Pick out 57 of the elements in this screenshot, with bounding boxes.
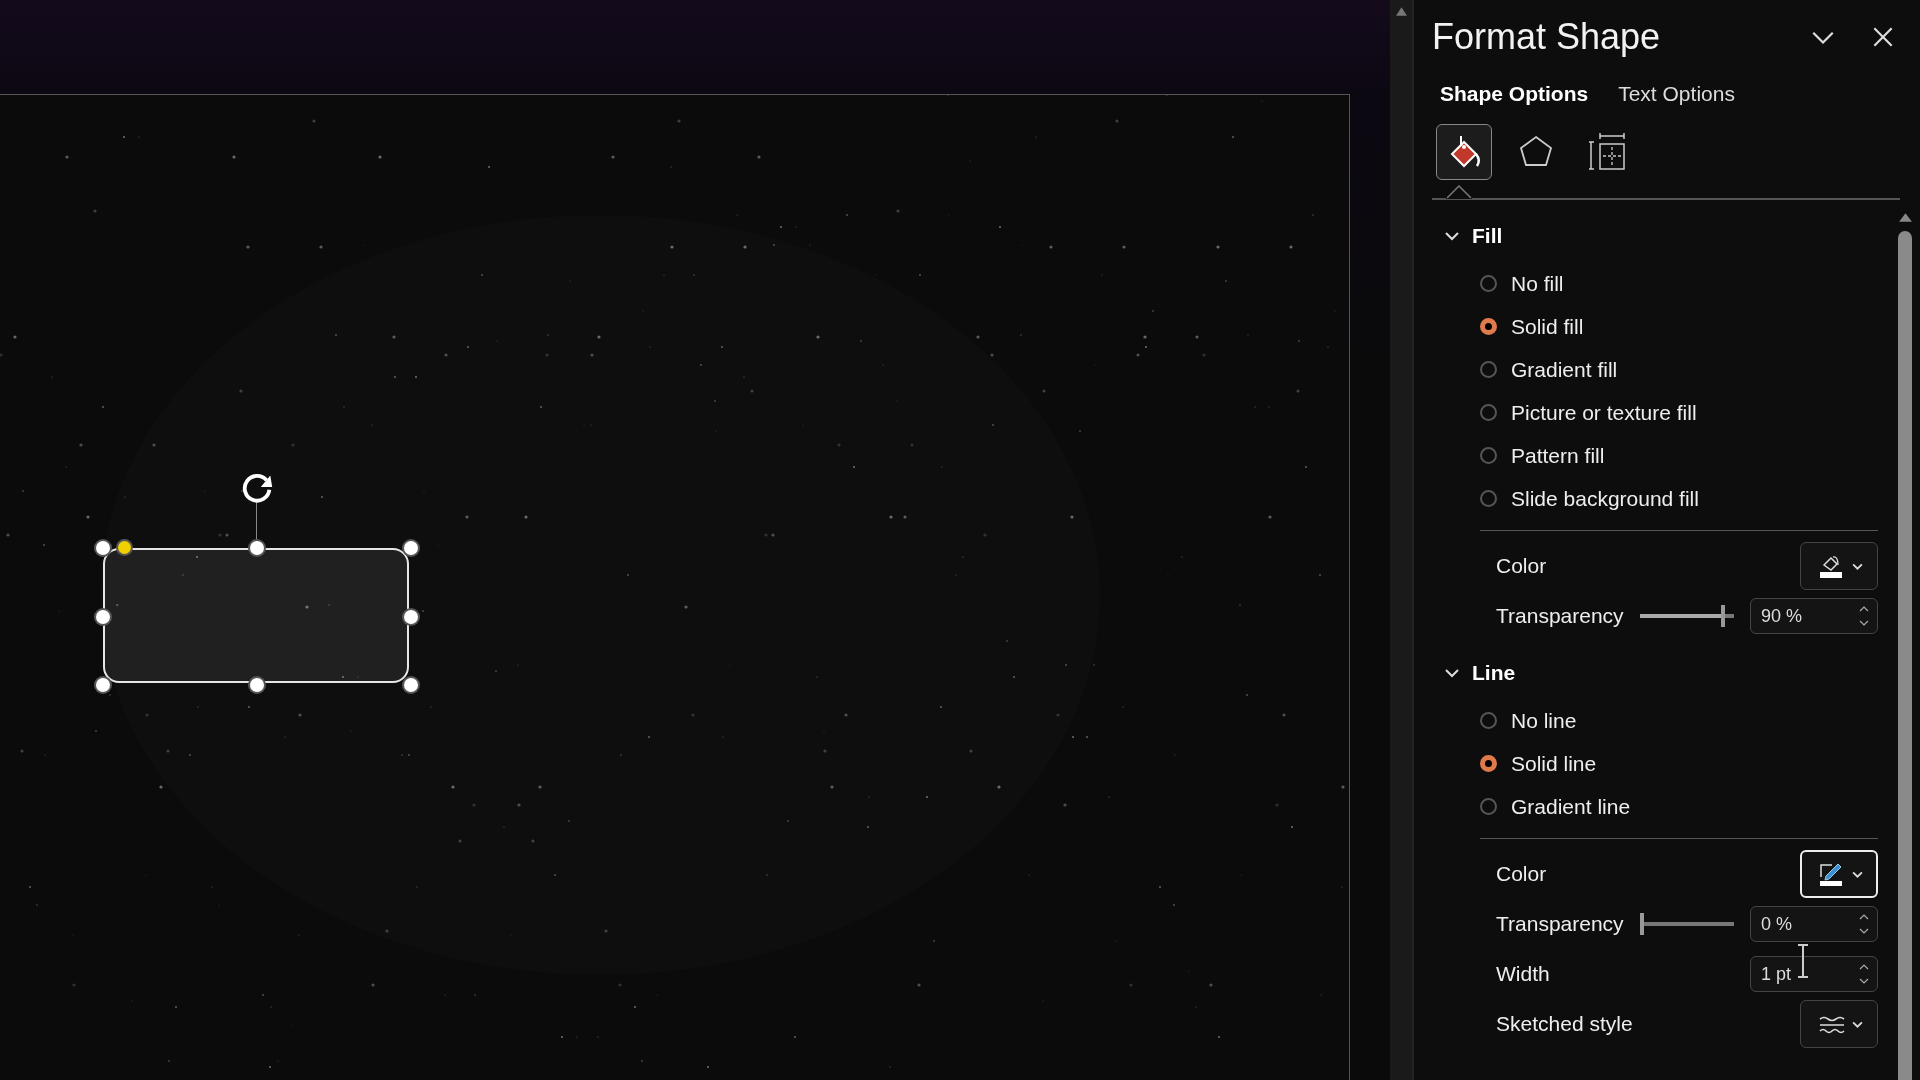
- section-title[interactable]: Line: [1472, 661, 1516, 685]
- pane-title: Format Shape: [1432, 16, 1662, 58]
- radio-button[interactable]: [1480, 404, 1497, 421]
- adjustment-handle[interactable]: [118, 541, 131, 554]
- spin-arrows-icon[interactable]: [1859, 604, 1869, 628]
- text-cursor-icon: [1796, 944, 1810, 978]
- setting-label: Width: [1496, 962, 1551, 986]
- caret-icon: [1851, 1019, 1863, 1029]
- radio-button[interactable]: [1480, 361, 1497, 378]
- resize-handle[interactable]: [96, 609, 110, 624]
- radio-button[interactable]: [1480, 318, 1497, 335]
- scroll-up-icon[interactable]: [1394, 6, 1408, 17]
- rounded-rectangle[interactable]: [103, 548, 409, 683]
- radio-button[interactable]: [1480, 712, 1497, 729]
- resize-handle[interactable]: [96, 541, 110, 555]
- paint-bucket-icon[interactable]: [1436, 124, 1492, 180]
- radio-button[interactable]: [1480, 275, 1497, 292]
- option-label[interactable]: No fill: [1511, 271, 1564, 296]
- setting-label: Transparency: [1496, 912, 1625, 936]
- scrollbar-thumb[interactable]: [1898, 231, 1912, 1080]
- option-label[interactable]: No line: [1511, 708, 1577, 733]
- option-label[interactable]: Pattern fill: [1511, 443, 1605, 468]
- caret-icon: [1851, 561, 1863, 571]
- spin-field[interactable]: 90 %: [1750, 598, 1878, 634]
- section-title[interactable]: Fill: [1472, 224, 1503, 248]
- tab[interactable]: Shape Options: [1440, 82, 1589, 106]
- caret-icon: [1851, 869, 1863, 879]
- resize-handle[interactable]: [404, 541, 418, 555]
- setting-label: Sketched style: [1496, 1012, 1634, 1036]
- style-dropdown[interactable]: [1800, 1000, 1878, 1048]
- resize-handle[interactable]: [250, 678, 264, 692]
- option-label[interactable]: Slide background fill: [1511, 486, 1699, 511]
- color-dropdown[interactable]: [1800, 542, 1878, 590]
- resize-handle[interactable]: [96, 678, 110, 692]
- option-label[interactable]: Solid line: [1511, 751, 1597, 776]
- scroll-up-icon[interactable]: [1897, 212, 1913, 223]
- setting-label: Color: [1496, 554, 1548, 578]
- slider[interactable]: [1640, 605, 1734, 627]
- setting-label: Color: [1496, 862, 1548, 886]
- option-label[interactable]: Picture or texture fill: [1511, 400, 1697, 425]
- spin-arrows-icon[interactable]: [1859, 962, 1869, 986]
- resize-handle[interactable]: [404, 609, 418, 624]
- spin-field[interactable]: 0 %: [1750, 906, 1878, 942]
- option-label[interactable]: Solid fill: [1511, 314, 1584, 339]
- resize-handle[interactable]: [250, 541, 264, 555]
- option-label[interactable]: Gradient line: [1511, 794, 1631, 819]
- spin-field[interactable]: 1 pt: [1750, 956, 1878, 992]
- radio-button[interactable]: [1480, 490, 1497, 507]
- slider[interactable]: [1640, 913, 1734, 935]
- setting-label: Transparency: [1496, 604, 1625, 628]
- radio-button[interactable]: [1480, 798, 1497, 815]
- tab[interactable]: Text Options: [1618, 82, 1735, 106]
- option-label[interactable]: Gradient fill: [1511, 357, 1618, 382]
- radio-button[interactable]: [1480, 755, 1497, 772]
- spin-arrows-icon[interactable]: [1859, 912, 1869, 936]
- radio-button[interactable]: [1480, 447, 1497, 464]
- resize-handle[interactable]: [404, 678, 418, 692]
